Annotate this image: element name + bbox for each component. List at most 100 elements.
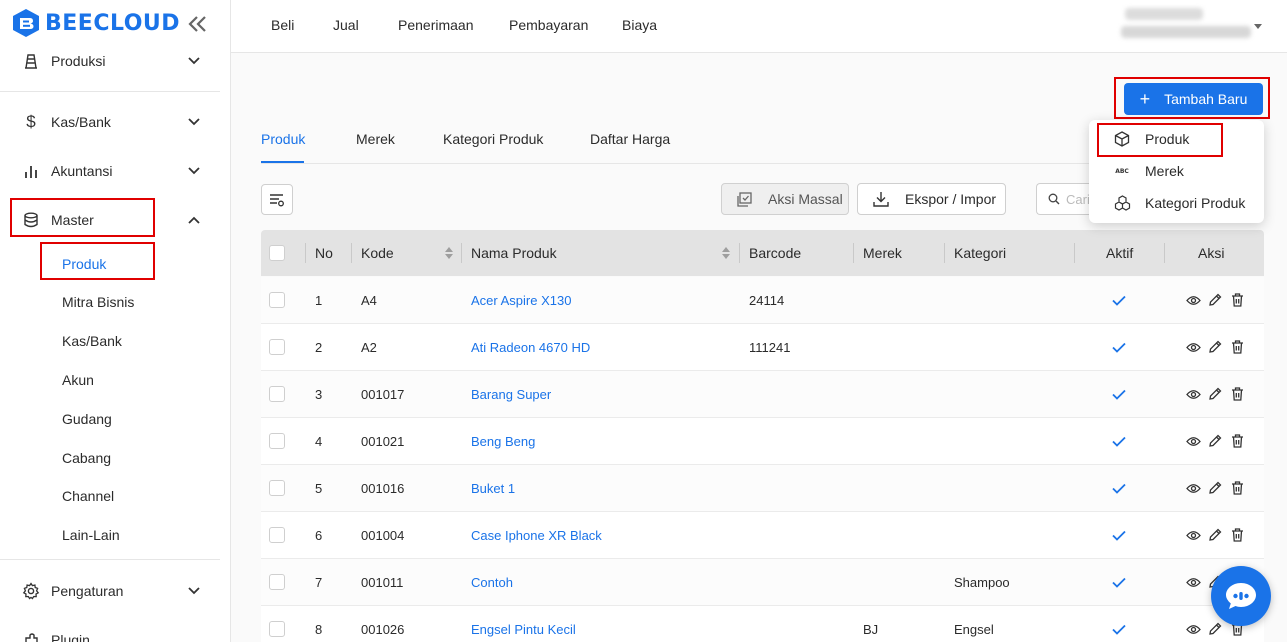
active-check-icon [1112, 418, 1126, 464]
column-header-kategori[interactable]: Kategori [954, 230, 1006, 276]
tab-daftar-harga[interactable]: Daftar Harga [590, 131, 670, 147]
view-eye-icon[interactable] [1185, 480, 1201, 496]
sidebar-divider [0, 559, 220, 560]
sidebar-item-pengaturan[interactable]: Pengaturan [0, 571, 220, 611]
row-checkbox-cell [269, 606, 285, 642]
cell-nama-produk[interactable]: Buket 1 [471, 465, 515, 511]
edit-pencil-icon[interactable] [1207, 527, 1223, 543]
add-new-button[interactable]: + Tambah Baru [1124, 83, 1263, 115]
edit-pencil-icon[interactable] [1207, 292, 1223, 308]
view-eye-icon[interactable] [1185, 292, 1201, 308]
select-all-checkbox[interactable] [269, 245, 285, 261]
cell-nama-produk[interactable]: Acer Aspire X130 [471, 277, 571, 323]
row-checkbox[interactable] [269, 339, 285, 355]
sidebar-sub-gudang[interactable]: Gudang [40, 401, 154, 437]
sidebar-sub-cabang[interactable]: Cabang [40, 440, 154, 476]
export-import-button[interactable]: Ekspor / Impor [857, 183, 1006, 215]
cell-nama-produk[interactable]: Case Iphone XR Black [471, 512, 602, 558]
cell-nama-produk[interactable]: Engsel Pintu Kecil [471, 606, 576, 642]
edit-pencil-icon[interactable] [1207, 621, 1223, 637]
cell-kode: 001017 [361, 386, 405, 402]
topnav-jual[interactable]: Jual [333, 17, 359, 33]
view-eye-icon[interactable] [1185, 433, 1201, 449]
edit-pencil-icon[interactable] [1207, 433, 1223, 449]
active-check-icon [1112, 277, 1126, 323]
view-eye-icon[interactable] [1185, 386, 1201, 402]
caret-down-icon[interactable] [1254, 24, 1262, 29]
edit-pencil-icon[interactable] [1207, 386, 1223, 402]
sidebar-sub-channel[interactable]: Channel [40, 478, 154, 514]
sidebar-item-akuntansi[interactable]: Akuntansi [0, 151, 220, 191]
sidebar-sub-produk[interactable]: Produk [40, 246, 154, 282]
delete-trash-icon[interactable] [1229, 527, 1245, 543]
column-settings-button[interactable] [261, 184, 293, 215]
dollar-icon: $ [26, 112, 36, 131]
sidebar-sub-lain-lain[interactable]: Lain-Lain [40, 517, 154, 553]
topnav-pembayaran[interactable]: Pembayaran [509, 17, 588, 33]
sidebar-sub-akun[interactable]: Akun [40, 362, 154, 398]
sidebar-item-kas-bank[interactable]: $ Kas/Bank [0, 102, 220, 142]
delete-trash-icon[interactable] [1229, 386, 1245, 402]
column-header-nama-produk[interactable]: Nama Produk [471, 230, 557, 276]
delete-trash-icon[interactable] [1229, 433, 1245, 449]
column-header-kode[interactable]: Kode [361, 230, 394, 276]
row-checkbox[interactable] [269, 386, 285, 402]
cell-merek: BJ [863, 621, 879, 637]
double-chevron-left-icon [188, 16, 206, 32]
checklist-icon [737, 191, 752, 207]
search-icon [1048, 193, 1060, 205]
view-eye-icon[interactable] [1185, 574, 1201, 590]
topnav-beli[interactable]: Beli [271, 17, 294, 33]
row-checkbox[interactable] [269, 574, 285, 590]
chevron-down-icon [186, 163, 202, 179]
delete-trash-icon[interactable] [1229, 292, 1245, 308]
cell-kode: 001016 [361, 480, 405, 496]
row-checkbox[interactable] [269, 292, 285, 308]
cell-nama-produk[interactable]: Contoh [471, 559, 513, 605]
cell-nama-produk[interactable]: Beng Beng [471, 418, 535, 464]
cell-nama-produk[interactable]: Barang Super [471, 371, 551, 417]
column-header-no[interactable]: No [315, 230, 333, 276]
sidebar-item-master[interactable]: Master [0, 200, 220, 240]
edit-pencil-icon[interactable] [1207, 339, 1223, 355]
mass-action-button[interactable]: Aksi Massal [721, 183, 849, 215]
row-checkbox[interactable] [269, 433, 285, 449]
tab-kategori-produk[interactable]: Kategori Produk [443, 131, 543, 147]
delete-trash-icon[interactable] [1229, 339, 1245, 355]
topnav-penerimaan[interactable]: Penerimaan [398, 17, 474, 33]
row-checkbox[interactable] [269, 480, 285, 496]
row-checkbox-cell [269, 559, 285, 605]
dropdown-item-produk[interactable]: Produk [1089, 124, 1264, 154]
row-checkbox[interactable] [269, 527, 285, 543]
user-menu[interactable] [1121, 4, 1261, 44]
tab-merek[interactable]: Merek [356, 131, 395, 147]
live-chat-button[interactable] [1211, 566, 1271, 626]
view-eye-icon[interactable] [1185, 339, 1201, 355]
column-separator [461, 243, 462, 263]
sidebar-item-plugin[interactable]: Plugin [0, 620, 220, 642]
column-header-aktif[interactable]: Aktif [1106, 230, 1133, 276]
collapse-sidebar-button[interactable] [186, 12, 210, 36]
column-header-merek[interactable]: Merek [863, 230, 902, 276]
sort-icon[interactable] [722, 247, 730, 259]
delete-trash-icon[interactable] [1229, 480, 1245, 496]
edit-pencil-icon[interactable] [1207, 480, 1223, 496]
cube-icon [1113, 130, 1131, 148]
column-header-barcode[interactable]: Barcode [749, 230, 801, 276]
sidebar-item-produksi[interactable]: Produksi [0, 41, 220, 81]
tab-produk[interactable]: Produk [261, 131, 305, 147]
bee-logo-icon [13, 9, 39, 37]
view-eye-icon[interactable] [1185, 621, 1201, 637]
row-checkbox[interactable] [269, 621, 285, 637]
factory-icon [21, 51, 41, 71]
dropdown-item-merek[interactable]: ABC Merek [1089, 156, 1264, 186]
sidebar-sub-mitra-bisnis[interactable]: Mitra Bisnis [40, 284, 154, 320]
view-eye-icon[interactable] [1185, 527, 1201, 543]
sidebar-sub-kas-bank[interactable]: Kas/Bank [40, 323, 154, 359]
brand-logo[interactable]: BEECLOUD [12, 8, 180, 38]
cell-nama-produk[interactable]: Ati Radeon 4670 HD [471, 324, 590, 370]
row-actions [1185, 527, 1245, 543]
dropdown-item-kategori-produk[interactable]: Kategori Produk [1089, 188, 1264, 218]
sort-icon[interactable] [445, 247, 453, 259]
topnav-biaya[interactable]: Biaya [622, 17, 657, 33]
